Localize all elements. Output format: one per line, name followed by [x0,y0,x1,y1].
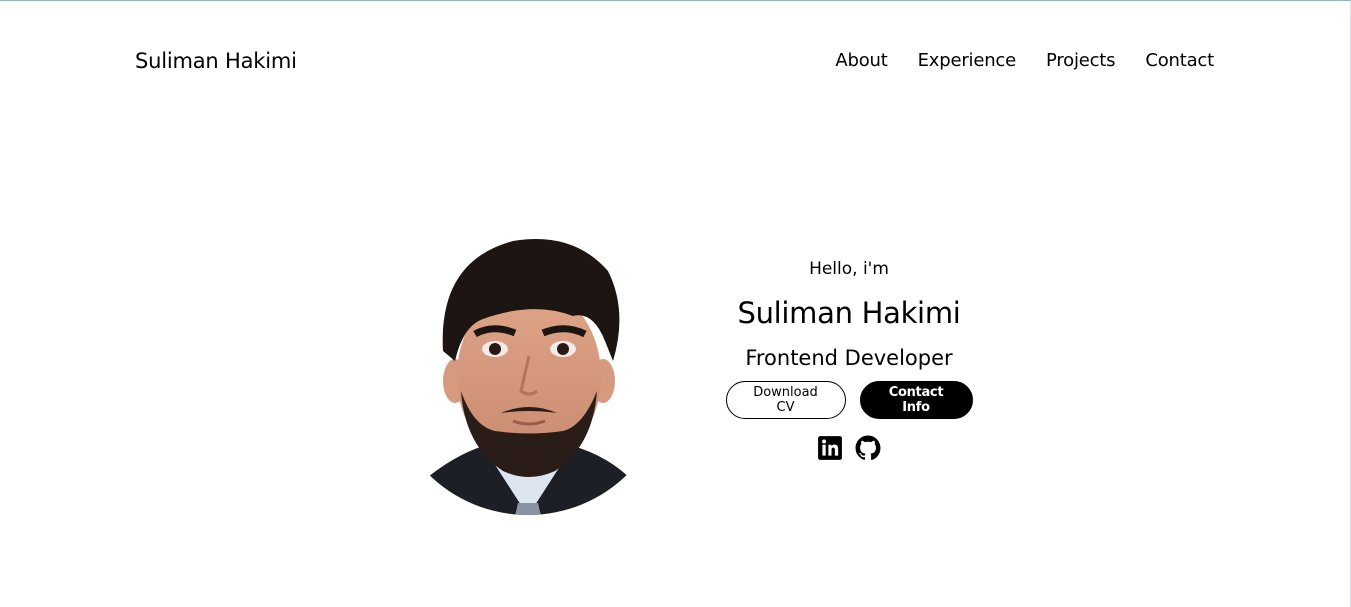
download-cv-button[interactable]: Download CV [725,381,846,419]
hero-name: Suliman Hakimi [737,296,961,330]
nav-projects[interactable]: Projects [1046,50,1116,71]
nav-about[interactable]: About [835,50,887,71]
hero-intro: Hello, i'm Suliman Hakimi Frontend Devel… [699,257,999,461]
brand-name[interactable]: Suliman Hakimi [135,49,297,73]
page: Suliman Hakimi About Experience Projects… [0,0,1351,607]
hero-role: Frontend Developer [745,346,953,370]
profile-picture [413,231,646,516]
linkedin-icon[interactable] [817,435,843,461]
nav-experience[interactable]: Experience [918,50,1017,71]
nav-contact[interactable]: Contact [1145,50,1214,71]
contact-info-button[interactable]: Contact Info [859,381,973,419]
main-nav: About Experience Projects Contact [835,50,1214,71]
github-icon[interactable] [855,435,881,461]
hero-buttons: Download CV Contact Info [699,381,999,419]
social-links [699,435,999,461]
greeting-text: Hello, i'm [809,259,889,279]
